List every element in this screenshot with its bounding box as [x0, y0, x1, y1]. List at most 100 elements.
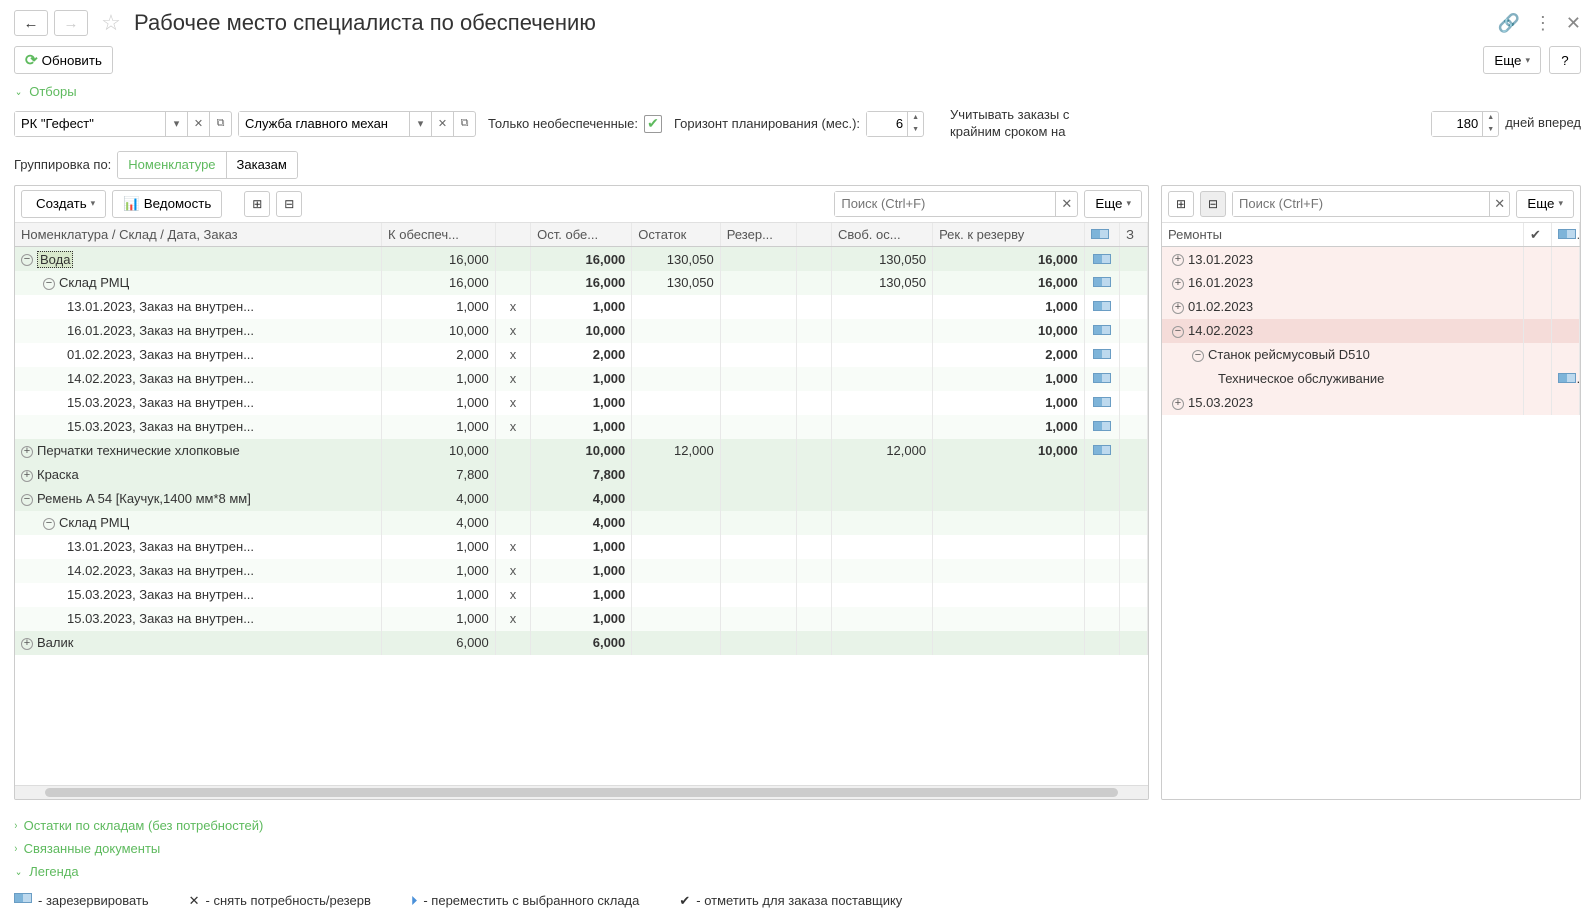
horizon-input[interactable] [867, 112, 907, 136]
plus-icon[interactable]: + [1172, 302, 1184, 314]
table-row[interactable]: 01.02.2023, Заказ на внутрен... 2,000 x … [15, 343, 1148, 367]
table-row[interactable]: −Склад РМЦ 16,000 16,000 130,050 130,050… [15, 271, 1148, 295]
group-segment[interactable]: Номенклатуре Заказам [117, 151, 298, 179]
table-row[interactable]: 13.01.2023, Заказ на внутрен... 1,000 x … [15, 535, 1148, 559]
legend: - зарезервировать ✕- снять потребность/р… [0, 889, 1595, 919]
plus-icon[interactable]: + [21, 470, 33, 482]
dept-combo[interactable]: ▾ ✕ ⧉ [238, 111, 476, 137]
favorite-icon[interactable]: ☆ [98, 10, 124, 36]
open-icon[interactable]: ⧉ [209, 112, 231, 136]
spin-up-icon[interactable]: ▲ [908, 112, 923, 124]
table-row[interactable]: +01.02.2023 [1162, 295, 1580, 319]
search-input[interactable] [1233, 192, 1489, 216]
table-row[interactable]: −Ремень A 54 [Каучук,1400 мм*8 мм] 4,000… [15, 487, 1148, 511]
table-row[interactable]: 15.03.2023, Заказ на внутрен... 1,000 x … [15, 607, 1148, 631]
dropdown-icon[interactable]: ▾ [409, 112, 431, 136]
table-row[interactable]: +13.01.2023 [1162, 247, 1580, 271]
clear-icon[interactable]: ✕ [187, 112, 209, 136]
plus-icon[interactable]: + [1172, 278, 1184, 290]
table-row[interactable]: 15.03.2023, Заказ на внутрен... 1,000 x … [15, 415, 1148, 439]
only-unprovided-checkbox[interactable]: ✔ [644, 115, 662, 133]
left-search[interactable]: ✕ [834, 191, 1078, 217]
table-row[interactable]: 15.03.2023, Заказ на внутрен... 1,000 x … [15, 583, 1148, 607]
days-input[interactable] [1432, 112, 1482, 136]
legend-section-toggle[interactable]: ⌄ Легенда [14, 860, 1581, 883]
minus-icon[interactable]: − [43, 518, 55, 530]
more-button[interactable]: Еще [1483, 46, 1541, 74]
days-spinner[interactable]: ▲▼ [1431, 111, 1499, 137]
minus-icon[interactable]: − [1172, 326, 1184, 338]
collapse-all-icon[interactable]: ⊟ [1200, 191, 1226, 217]
minus-icon[interactable]: − [21, 494, 33, 506]
docs-section-toggle[interactable]: › Связанные документы [14, 837, 1581, 860]
help-button[interactable]: ? [1549, 46, 1581, 74]
minus-icon[interactable]: − [43, 278, 55, 290]
table-row[interactable]: 15.03.2023, Заказ на внутрен... 1,000 x … [15, 391, 1148, 415]
company-combo[interactable]: ▾ ✕ ⧉ [14, 111, 232, 137]
page-title: Рабочее место специалиста по обеспечению [134, 10, 1491, 36]
report-button[interactable]: 📊 Ведомость [112, 190, 222, 218]
right-more-button[interactable]: Еще [1516, 190, 1574, 218]
table-row[interactable]: 14.02.2023, Заказ на внутрен... 1,000 x … [15, 367, 1148, 391]
refresh-button[interactable]: ⟳ Обновить [14, 46, 113, 74]
check-icon: ✔ [679, 893, 690, 909]
group-by-nomenclature[interactable]: Номенклатуре [118, 152, 225, 178]
spin-up-icon[interactable]: ▲ [1483, 112, 1498, 124]
minus-icon[interactable]: − [21, 254, 33, 266]
table-row[interactable]: +15.03.2023 [1162, 391, 1580, 415]
dept-input[interactable] [239, 112, 409, 136]
left-more-button[interactable]: Еще [1084, 190, 1142, 218]
group-by-orders[interactable]: Заказам [226, 152, 297, 178]
horizon-spinner[interactable]: ▲▼ [866, 111, 924, 137]
right-search[interactable]: ✕ [1232, 191, 1510, 217]
menu-icon[interactable]: ⋮ [1534, 13, 1552, 34]
search-input[interactable] [835, 192, 1055, 216]
clear-search-icon[interactable]: ✕ [1489, 192, 1509, 216]
stock-section-toggle[interactable]: › Остатки по складам (без потребностей) [14, 814, 1581, 837]
minus-icon[interactable]: − [1192, 350, 1204, 362]
company-input[interactable] [15, 112, 165, 136]
only-unprovided-label: Только необеспеченные: [488, 116, 638, 131]
plus-icon[interactable]: + [21, 638, 33, 650]
table-row[interactable]: 13.01.2023, Заказ на внутрен... 1,000 x … [15, 295, 1148, 319]
table-row[interactable]: Техническое обслуживание [1162, 367, 1580, 391]
table-row[interactable]: +Валик 6,000 6,000 [15, 631, 1148, 655]
days-label: дней вперед [1505, 115, 1581, 132]
clear-search-icon[interactable]: ✕ [1055, 192, 1077, 216]
link-icon[interactable]: 🔗 [1497, 13, 1519, 34]
dropdown-icon[interactable]: ▾ [165, 112, 187, 136]
table-row[interactable]: −Склад РМЦ 4,000 4,000 [15, 511, 1148, 535]
spin-down-icon[interactable]: ▼ [908, 124, 923, 136]
table-row[interactable]: 16.01.2023, Заказ на внутрен... 10,000 x… [15, 319, 1148, 343]
chevron-right-icon: › [14, 843, 17, 855]
open-icon[interactable]: ⧉ [453, 112, 475, 136]
move-icon: ⏵ [411, 893, 418, 909]
filters-toggle[interactable]: ⌄ Отборы [0, 80, 1595, 103]
table-row[interactable]: −Вода 16,000 16,000 130,050 130,050 16,0… [15, 247, 1148, 271]
table-row[interactable]: −14.02.2023 [1162, 319, 1580, 343]
repairs-table[interactable]: Ремонты ✔ +13.01.2023 +16.01.2023 +01.02… [1162, 223, 1580, 415]
plus-icon[interactable]: + [21, 446, 33, 458]
table-row[interactable]: 14.02.2023, Заказ на внутрен... 1,000 x … [15, 559, 1148, 583]
close-icon[interactable]: ✕ [1566, 13, 1581, 34]
reserve-icon [14, 893, 32, 903]
plus-icon[interactable]: + [1172, 254, 1184, 266]
plus-icon[interactable]: + [1172, 398, 1184, 410]
forward-button[interactable]: → [54, 10, 88, 36]
table-row[interactable]: −Станок рейсмусовый D510 [1162, 343, 1580, 367]
back-button[interactable]: ← [14, 10, 48, 36]
table-row[interactable]: +16.01.2023 [1162, 271, 1580, 295]
spin-down-icon[interactable]: ▼ [1483, 124, 1498, 136]
expand-all-icon[interactable]: ⊞ [244, 191, 270, 217]
expand-all-icon[interactable]: ⊞ [1168, 191, 1194, 217]
titlebar: ← → ☆ Рабочее место специалиста по обесп… [0, 0, 1595, 40]
collapse-all-icon[interactable]: ⊟ [276, 191, 302, 217]
clear-icon[interactable]: ✕ [431, 112, 453, 136]
left-panel: Создать 📊 Ведомость ⊞ ⊟ ✕ Еще [14, 185, 1149, 800]
horizontal-scrollbar[interactable] [15, 785, 1148, 799]
chevron-right-icon: › [14, 820, 17, 832]
main-table[interactable]: Номенклатура / Склад / Дата, Заказ К обе… [15, 223, 1148, 655]
table-row[interactable]: +Краска 7,800 7,800 [15, 463, 1148, 487]
create-button[interactable]: Создать [21, 190, 106, 218]
table-row[interactable]: +Перчатки технические хлопковые 10,000 1… [15, 439, 1148, 463]
